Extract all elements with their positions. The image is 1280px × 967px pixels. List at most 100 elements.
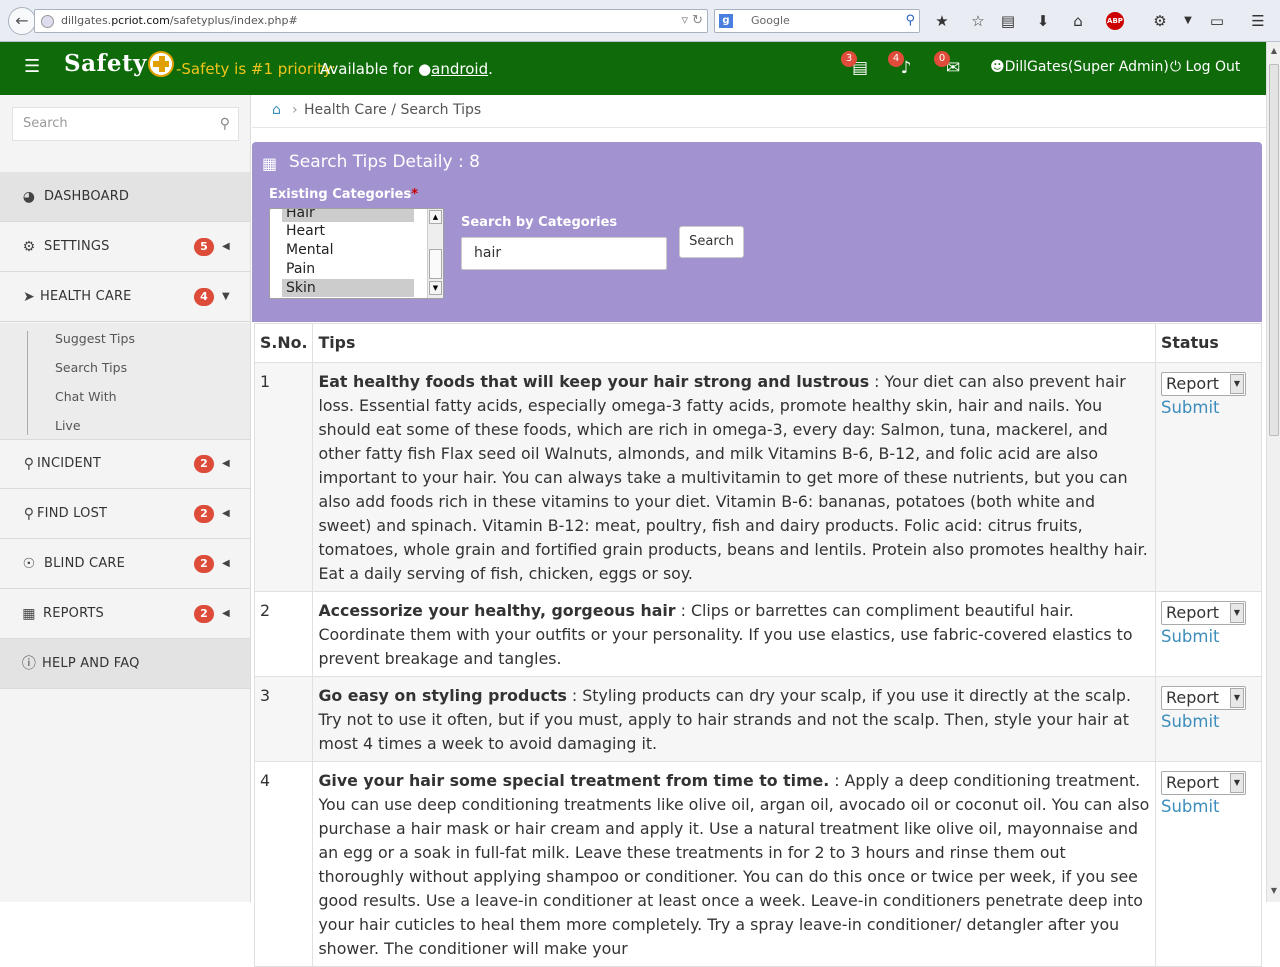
status-select[interactable]: Report ▼ [1161, 686, 1246, 710]
user-menu[interactable]: ☻DillGates(Super Admin) [990, 59, 1169, 75]
listbox-scrollbar[interactable]: ▲ ▼ [427, 209, 443, 298]
tips-table-body: 1 Eat healthy foods that will keep your h… [253, 362, 1262, 967]
row-status: Report ▼ Submit [1155, 591, 1262, 677]
status-selected-value: Report [1166, 603, 1220, 622]
window-icon[interactable]: ▭ [1207, 11, 1227, 31]
extension-icon[interactable]: ⚙ [1150, 11, 1170, 31]
sidebar-item-settings[interactable]: ⚙ SETTINGS 5 ◀ [0, 222, 250, 272]
reload-icon[interactable]: ▿ ↻ [681, 10, 703, 32]
status-select[interactable]: Report ▼ [1161, 601, 1246, 625]
category-option[interactable]: Heart [282, 222, 414, 240]
browser-toolbar: ← dillgates.pcriot.com/safetyplus/index.… [0, 0, 1280, 42]
chevron-left-icon: ◀ [222, 558, 230, 569]
sidebar-item-help-and-faq[interactable]: ⓘ HELP AND FAQ [0, 639, 250, 689]
submenu-live[interactable]: Live [55, 418, 81, 433]
adblock-icon[interactable]: ABP [1106, 12, 1124, 30]
tip-body: : Your diet can also prevent hair loss. … [318, 372, 1148, 583]
count-badge: 2 [194, 455, 214, 473]
column-header-sno: S.No. [253, 323, 314, 363]
browser-menu-icon[interactable]: ☰ [1248, 11, 1268, 31]
sidebar-item-blind-care[interactable]: ☉ BLIND CARE 2 ◀ [0, 539, 250, 589]
logout-button[interactable]: ⏻ Log Out [1170, 59, 1240, 75]
translate-icon[interactable]: ★ [932, 11, 952, 31]
table-row: 1 Eat healthy foods that will keep your h… [253, 362, 1262, 592]
submenu-search-tips[interactable]: Search Tips [55, 360, 127, 375]
download-icon[interactable]: ⬇ [1033, 11, 1053, 31]
back-button[interactable]: ← [8, 7, 36, 35]
sidebar-item-label: DASHBOARD [44, 189, 130, 204]
row-tip: Eat healthy foods that will keep your ha… [312, 362, 1156, 592]
chevron-left-icon: ◀ [222, 241, 230, 252]
health-care-submenu: Suggest Tips Search Tips Chat With Live [0, 323, 250, 440]
sidebar-item-reports[interactable]: ▦ REPORTS 2 ◀ [0, 589, 250, 639]
chevron-down-icon[interactable]: ▼ [1178, 11, 1198, 31]
sidebar-item-label: REPORTS [43, 606, 104, 621]
row-status: Report ▼ Submit [1155, 676, 1262, 762]
search-icon[interactable]: ⚲ [220, 108, 230, 140]
address-bar[interactable]: dillgates.pcriot.com/safetyplus/index.ph… [34, 9, 708, 33]
row-sno: 1 [253, 362, 314, 592]
brand-logo[interactable]: Safety [64, 50, 147, 77]
count-badge: 4 [194, 288, 214, 306]
hamburger-menu-icon[interactable]: ☰ [24, 57, 44, 77]
sidebar-search-input[interactable]: Search ⚲ [12, 107, 239, 141]
bookmark-star-icon[interactable]: ☆ [968, 11, 988, 31]
url-domain: pcriot.com [111, 14, 170, 27]
category-option[interactable]: Mental [282, 241, 414, 259]
category-option[interactable]: Hair [282, 209, 414, 222]
submenu-suggest-tips[interactable]: Suggest Tips [55, 331, 135, 346]
sidebar-item-health-care[interactable]: ➤ HEALTH CARE 4 ▼ [0, 272, 250, 322]
breadcrumb-text: Health Care / Search Tips [304, 102, 482, 118]
submit-link[interactable]: Submit [1161, 625, 1256, 649]
sidebar-item-find-lost[interactable]: ⚲ FIND LOST 2 ◀ [0, 489, 250, 539]
submit-link[interactable]: Submit [1161, 795, 1256, 819]
page-scrollbar[interactable]: ▲ ▼ [1266, 42, 1280, 902]
category-option[interactable]: Skin [282, 279, 414, 297]
status-select[interactable]: Report ▼ [1161, 372, 1246, 396]
submit-link[interactable]: Submit [1161, 396, 1256, 420]
categories-listbox[interactable]: Hair Heart Mental Pain Skin ▲ ▼ [269, 208, 444, 299]
power-icon: ⏻ [1170, 59, 1182, 75]
status-select[interactable]: Report ▼ [1161, 771, 1246, 795]
user-name: DillGates(Super Admin) [1004, 59, 1169, 75]
search-icon[interactable]: ⚲ [905, 10, 915, 32]
scrollbar-thumb[interactable] [429, 249, 442, 279]
table-icon: ▦ [22, 606, 36, 622]
chevron-down-icon: ▼ [1230, 773, 1244, 793]
search-button[interactable]: Search [679, 226, 744, 258]
tip-title: Give your hair some special treatment fr… [318, 771, 830, 790]
row-sno: 4 [253, 761, 314, 967]
submenu-chat-with[interactable]: Chat With [55, 389, 117, 404]
category-option[interactable]: Pain [282, 260, 414, 278]
row-tip: Accessorize your healthy, gorgeous hair … [312, 591, 1156, 677]
table-row: 4 Give your hair some special treatment f… [253, 761, 1262, 967]
chevron-down-icon: ▼ [1230, 688, 1244, 708]
tasks-count-badge: 3 [841, 51, 857, 67]
browser-search-input[interactable]: g Google ⚲ [714, 9, 920, 33]
scroll-down-icon[interactable]: ▼ [429, 281, 442, 295]
label-text: Existing Categories [269, 187, 412, 202]
scroll-up-icon[interactable]: ▲ [429, 210, 442, 224]
scroll-down-icon[interactable]: ▼ [1268, 884, 1280, 898]
table-header-row: S.No. Tips Status [253, 323, 1262, 363]
globe-icon [41, 15, 54, 28]
count-badge: 2 [194, 555, 214, 573]
dashboard-icon: ◕ [22, 189, 36, 205]
status-selected-value: Report [1166, 773, 1220, 792]
sidebar-item-incident[interactable]: ⚲ INCIDENT 2 ◀ [0, 439, 250, 489]
home-icon[interactable]: ⌂ [1068, 11, 1088, 31]
scroll-up-icon[interactable]: ▲ [1268, 44, 1280, 58]
home-icon[interactable]: ⌂ [272, 95, 281, 125]
android-link[interactable]: android [431, 60, 488, 78]
category-search-input[interactable]: hair [461, 237, 667, 270]
scrollbar-thumb[interactable] [1269, 64, 1279, 436]
reading-list-icon[interactable]: ▤ [998, 11, 1018, 31]
tip-title: Accessorize your healthy, gorgeous hair [318, 601, 676, 620]
row-status: Report ▼ Submit [1155, 362, 1262, 592]
sidebar-item-dashboard[interactable]: ◕ DASHBOARD [0, 172, 250, 222]
map-marker-icon: ⚲ [23, 456, 35, 472]
chevron-left-icon: ◀ [222, 508, 230, 519]
period: . [488, 60, 493, 78]
submit-link[interactable]: Submit [1161, 710, 1256, 734]
cogs-icon: ⚙ [22, 239, 36, 255]
